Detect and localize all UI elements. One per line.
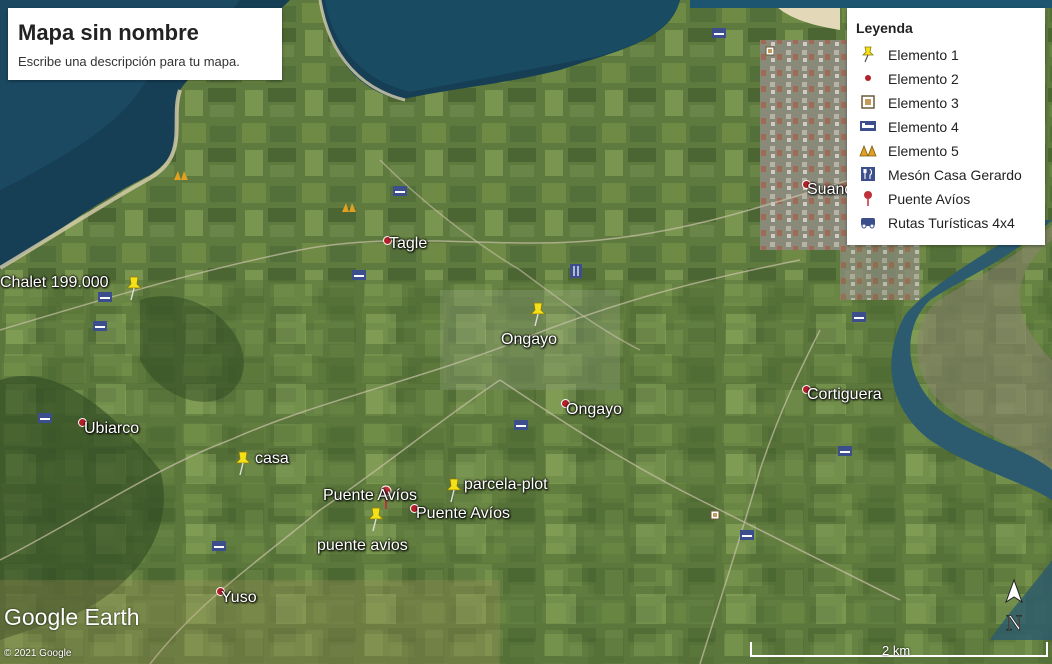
place-label-tagle: Tagle — [389, 235, 428, 252]
bed-icon[interactable] — [838, 446, 852, 456]
place-label-parcela: parcela-plot — [464, 476, 548, 493]
yellow-pushpin-icon[interactable] — [444, 478, 464, 504]
bed-icon[interactable] — [852, 312, 866, 322]
place-label-suances: Suances — [807, 181, 847, 198]
compass-label: N — [1006, 610, 1022, 635]
fork-knife-icon[interactable] — [570, 264, 582, 278]
bed-icon[interactable] — [98, 292, 112, 302]
place-label-puente-avios: Puente Avíos — [416, 505, 510, 522]
place-label-casa: casa — [255, 450, 289, 467]
bed-icon[interactable] — [514, 420, 528, 430]
legend-panel: Leyenda Elemento 1 Elemento 2 Elemento 3 — [847, 8, 1045, 245]
legend-item-elemento-5[interactable]: Elemento 5 — [859, 140, 1045, 160]
yellow-pushpin-icon[interactable] — [124, 276, 144, 302]
yellow-pushpin-icon[interactable] — [233, 451, 253, 477]
legend-item-elemento-3[interactable]: Elemento 3 — [859, 92, 1045, 112]
legend-item-label: Mesón Casa Gerardo — [888, 167, 1022, 183]
place-label-puente-avios-pin: Puente Avíos — [323, 487, 417, 504]
legend-item-elemento-1[interactable]: Elemento 1 — [859, 44, 1045, 64]
fork-knife-icon — [861, 167, 875, 181]
square-poi-icon[interactable] — [710, 510, 720, 520]
bed-icon — [860, 121, 876, 131]
place-label-ubiarco: Ubiarco — [84, 420, 140, 437]
map-title-panel: Mapa sin nombre Escribe una descripción … — [8, 8, 282, 80]
bed-icon[interactable] — [712, 28, 726, 38]
legend-item-label: Elemento 5 — [888, 143, 959, 159]
north-arrow-icon[interactable]: N — [1000, 578, 1028, 636]
bed-icon[interactable] — [393, 186, 407, 196]
yellow-pushpin-icon[interactable] — [366, 507, 386, 533]
bed-icon[interactable] — [212, 541, 226, 551]
legend-item-label: Puente Avíos — [888, 191, 971, 207]
place-label-puente-avios-lower: puente avios — [317, 537, 408, 554]
place-label-ongayo: Ongayo — [566, 401, 623, 418]
map-description: Escribe una descripción para tu mapa. — [18, 54, 240, 69]
tent-icon[interactable] — [342, 202, 356, 212]
tent-icon — [859, 144, 877, 157]
square-poi-icon — [861, 95, 875, 109]
legend-item-label: Elemento 2 — [888, 71, 959, 87]
red-dot-icon — [865, 75, 871, 81]
bed-icon[interactable] — [38, 413, 52, 423]
scale-label: 2 km — [882, 643, 911, 658]
yellow-pushpin-icon[interactable] — [528, 302, 548, 328]
legend-item-elemento-4[interactable]: Elemento 4 — [859, 116, 1045, 136]
legend-item-label: Elemento 3 — [888, 95, 959, 111]
satellite-map[interactable]: Mapa sin nombre Escribe una descripción … — [0, 0, 1052, 664]
legend-item-meson-casa-gerardo[interactable]: Mesón Casa Gerardo — [859, 164, 1045, 184]
copyright-text: © 2021 Google — [4, 648, 72, 659]
yellow-pushpin-icon — [862, 46, 874, 63]
place-label-chalet: Chalet 199.000 — [0, 274, 109, 291]
red-pin-icon — [864, 191, 872, 206]
tent-icon[interactable] — [174, 170, 188, 180]
legend-item-label: Elemento 4 — [888, 119, 959, 135]
google-earth-logo: Google Earth — [4, 604, 140, 630]
legend-item-label: Rutas Turísticas 4x4 — [888, 215, 1015, 231]
bed-icon[interactable] — [93, 321, 107, 331]
place-label-yuso: Yuso — [221, 589, 257, 606]
legend-item-label: Elemento 1 — [888, 47, 959, 63]
place-label-cortiguera: Cortiguera — [807, 386, 882, 403]
bed-icon[interactable] — [352, 270, 366, 280]
square-poi-icon[interactable] — [765, 46, 775, 56]
legend-item-puente-avios[interactable]: Puente Avíos — [859, 188, 1045, 208]
map-title: Mapa sin nombre — [18, 20, 199, 45]
legend-item-rutas-turisticas-4x4[interactable]: Rutas Turísticas 4x4 — [859, 212, 1045, 232]
legend-heading: Leyenda — [856, 20, 913, 36]
place-label-ongayo-pin: Ongayo — [501, 331, 558, 348]
legend-item-elemento-2[interactable]: Elemento 2 — [859, 68, 1045, 88]
bed-icon[interactable] — [740, 530, 754, 540]
jeep-icon — [861, 218, 875, 229]
